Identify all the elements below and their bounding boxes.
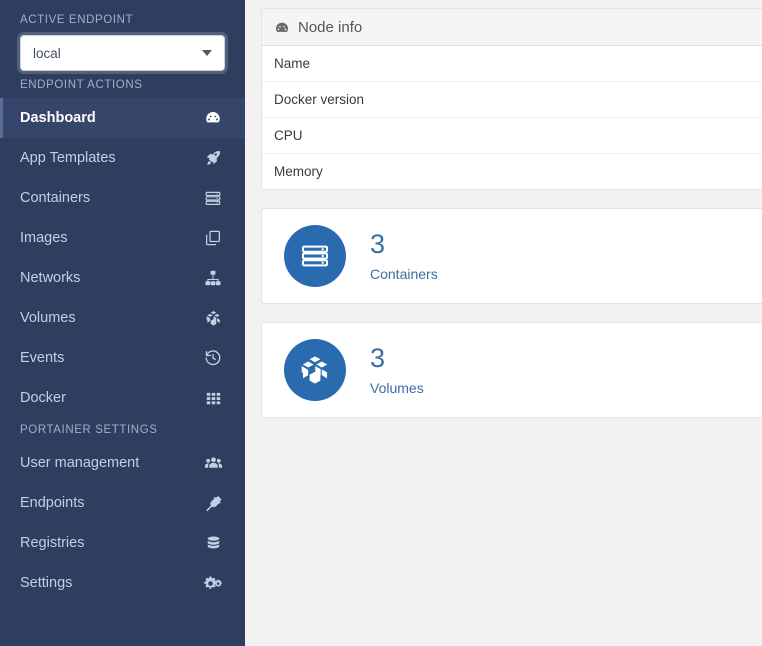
sidebar-item-settings[interactable]: Settings xyxy=(0,563,245,603)
sidebar-heading-active-endpoint: ACTIVE ENDPOINT xyxy=(20,14,134,26)
sidebar-item-label: Registries xyxy=(20,535,85,551)
table-row: CPU xyxy=(262,117,762,154)
sidebar-item-label: Dashboard xyxy=(20,110,96,126)
sidebar-item-label: Docker xyxy=(20,390,66,406)
stat-label: Volumes xyxy=(370,380,424,397)
endpoint-select[interactable]: local xyxy=(20,35,225,71)
node-info-panel: Node info Name Docker version CPU Memory xyxy=(261,8,762,190)
cogs-icon xyxy=(202,572,224,594)
sidebar-item-label: App Templates xyxy=(20,150,116,166)
server-icon xyxy=(202,187,224,209)
grid-icon xyxy=(202,387,224,409)
sidebar-item-label: Endpoints xyxy=(20,495,85,511)
sidebar-item-label: Containers xyxy=(20,190,91,206)
sidebar-item-label: Settings xyxy=(20,575,73,591)
endpoint-select-wrapper: local xyxy=(0,31,245,73)
row-label: CPU xyxy=(262,117,762,154)
sidebar-item-events[interactable]: Events xyxy=(0,338,245,378)
sidebar-item-networks[interactable]: Networks xyxy=(0,258,245,298)
rocket-icon xyxy=(202,147,224,169)
volumes-stat-card[interactable]: 3 Volumes xyxy=(261,322,762,418)
row-label: Memory xyxy=(262,153,762,189)
cubes-icon xyxy=(284,339,346,401)
sidebar-item-label: Images xyxy=(20,230,68,246)
sidebar-heading-endpoint-actions: ENDPOINT ACTIONS xyxy=(20,79,143,91)
gauge-icon xyxy=(202,107,224,129)
containers-stat-text: 3 Containers xyxy=(370,230,438,282)
history-icon xyxy=(202,347,224,369)
sidebar: ACTIVE ENDPOINT local ENDPOINT ACTIONS D… xyxy=(0,0,245,646)
sidebar-item-images[interactable]: Images xyxy=(0,218,245,258)
endpoint-actions-nav: Dashboard App Templates Containers Image… xyxy=(0,98,245,418)
stat-value: 3 xyxy=(370,342,386,373)
sidebar-item-registries[interactable]: Registries xyxy=(0,523,245,563)
sidebar-item-user-management[interactable]: User management xyxy=(0,443,245,483)
sidebar-item-volumes[interactable]: Volumes xyxy=(0,298,245,338)
app-root: ACTIVE ENDPOINT local ENDPOINT ACTIONS D… xyxy=(0,0,762,646)
node-info-body: Name Docker version CPU Memory xyxy=(262,46,762,189)
plug-icon xyxy=(202,492,224,514)
sidebar-item-docker[interactable]: Docker xyxy=(0,378,245,418)
containers-stat-card[interactable]: 3 Containers xyxy=(261,208,762,304)
sidebar-item-app-templates[interactable]: App Templates xyxy=(0,138,245,178)
portainer-settings-nav: User management Endpoints Registries Set… xyxy=(0,443,245,603)
row-label: Docker version xyxy=(262,81,762,118)
copy-icon xyxy=(202,227,224,249)
panel-title: Node info xyxy=(298,19,363,36)
table-row: Name xyxy=(262,46,762,82)
main-content: Node info Name Docker version CPU Memory… xyxy=(245,0,762,646)
gauge-icon xyxy=(274,20,290,36)
node-info-table: Name Docker version CPU Memory xyxy=(262,46,762,189)
volumes-stat-text: 3 Volumes xyxy=(370,344,424,396)
sidebar-item-containers[interactable]: Containers xyxy=(0,178,245,218)
sitemap-icon xyxy=(202,267,224,289)
table-row: Docker version xyxy=(262,81,762,118)
stat-value: 3 xyxy=(370,228,386,259)
sidebar-item-label: User management xyxy=(20,455,140,471)
server-icon xyxy=(284,225,346,287)
sidebar-item-dashboard[interactable]: Dashboard xyxy=(0,98,245,138)
sidebar-item-endpoints[interactable]: Endpoints xyxy=(0,483,245,523)
sidebar-item-label: Volumes xyxy=(20,310,76,326)
table-row: Memory xyxy=(262,153,762,189)
node-info-header: Node info xyxy=(262,9,762,46)
cubes-icon xyxy=(202,307,224,329)
database-icon xyxy=(202,532,224,554)
sidebar-item-label: Events xyxy=(20,350,65,366)
row-label: Name xyxy=(274,56,311,71)
sidebar-heading-portainer-settings: PORTAINER SETTINGS xyxy=(20,424,158,436)
sidebar-item-label: Networks xyxy=(20,270,81,286)
stat-label: Containers xyxy=(370,266,438,283)
users-icon xyxy=(202,452,224,474)
